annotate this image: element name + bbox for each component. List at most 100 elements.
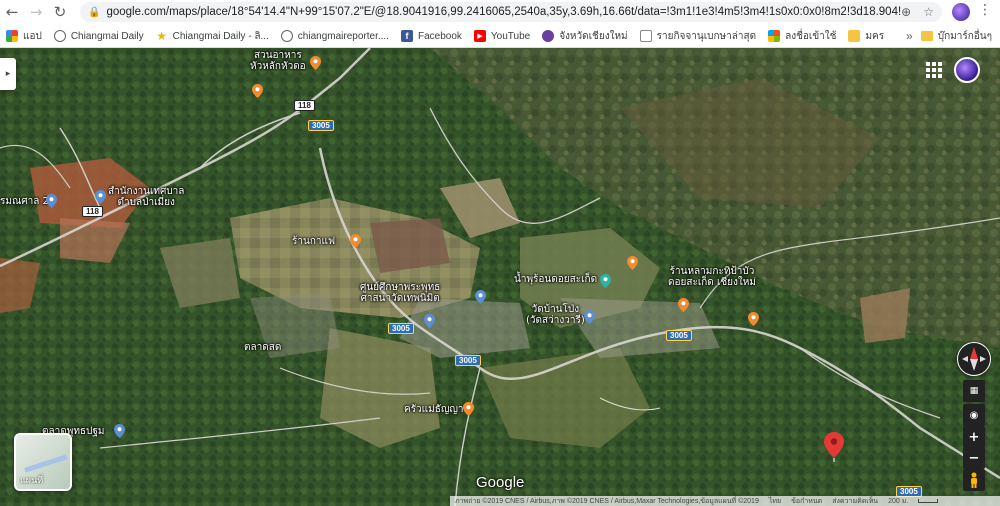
profile-avatar[interactable]: [952, 3, 970, 21]
address-bar[interactable]: 🔒 google.com/maps/place/18°54'14.4"N+99°…: [80, 2, 942, 22]
bookmark-gazette[interactable]: รายกิจจานุเบกษาล่าสุด: [639, 29, 757, 44]
windows-icon: [768, 30, 781, 42]
road-shield: 3005: [666, 330, 692, 341]
seal-icon: [542, 30, 555, 42]
place-label[interactable]: ครัวแม่ธัญญา: [404, 404, 463, 415]
place-label[interactable]: ตลาดสด: [244, 342, 281, 353]
road-shield: 118: [294, 100, 315, 111]
bookmark-facebook[interactable]: f Facebook: [400, 30, 462, 42]
compass-icon[interactable]: [957, 342, 991, 376]
other-bookmarks[interactable]: บุ๊กมาร์กอื่นๆ: [920, 25, 992, 47]
government-pin-icon[interactable]: [46, 194, 57, 208]
restaurant-pin-icon[interactable]: [748, 312, 759, 326]
globe-icon: [53, 30, 66, 42]
bookmark-label: รายกิจจานุเบกษาล่าสุด: [656, 30, 757, 42]
google-apps-icon[interactable]: [926, 62, 942, 78]
attribution-bar: ภาพถ่าย ©2019 CNES / Airbus,ภาพ ©2019 CN…: [450, 496, 1000, 506]
temple-pin-icon[interactable]: [424, 314, 435, 328]
temple-pin-icon[interactable]: [475, 290, 486, 304]
collapse-side-panel-button[interactable]: ▸: [0, 58, 16, 90]
reload-icon[interactable]: ↻: [48, 0, 72, 24]
market-pin-icon[interactable]: [114, 424, 125, 438]
map-layer-toggle[interactable]: แผนที่: [14, 433, 72, 491]
restaurant-pin-icon[interactable]: [463, 402, 474, 416]
url-text[interactable]: google.com/maps/place/18°54'14.4"N+99°15…: [106, 6, 901, 18]
bookmarks-bar: แอป Chiangmai Daily ★ Chiangmai Daily - …: [0, 25, 1000, 47]
government-pin-icon[interactable]: [95, 190, 106, 204]
road-shield: 3005: [308, 120, 334, 131]
globe-icon: [280, 30, 293, 42]
folder-icon: [920, 31, 933, 41]
star-icon[interactable]: ☆: [923, 5, 934, 19]
account-avatar[interactable]: [954, 57, 980, 83]
place-label[interactable]: ร้านหลามกะทิป้าบัว ดอยสะเก็ด เชียงใหม่: [668, 266, 756, 288]
my-location-button[interactable]: ◉: [963, 404, 985, 426]
bookmark-youtube[interactable]: ▶ YouTube: [473, 30, 531, 42]
layer-toggle-label: แผนที่: [20, 476, 44, 486]
facebook-icon: f: [400, 30, 413, 42]
place-label[interactable]: วัดบ้านโป่ง (วัดสว่างวารี): [526, 304, 585, 326]
bookmark-label: ลงชื่อเข้าใช้: [785, 30, 837, 42]
lock-icon: 🔒: [88, 6, 101, 18]
place-label[interactable]: รมณศาล 2: [0, 196, 49, 207]
menu-dots-icon[interactable]: ⋮: [978, 2, 992, 18]
folder-icon: [848, 30, 861, 42]
scale-bar: [918, 499, 939, 503]
satellite-map[interactable]: สวนอาหาร หัวหลักหัวดอ สำนักงานเทศบาล ตำบ…: [0, 48, 1000, 506]
restaurant-pin-icon[interactable]: [310, 56, 321, 70]
google-logo: Google: [476, 474, 525, 491]
place-label[interactable]: ศูนย์ศึกษาพระพุทธ ศาสนาวัดเทพนิมิต: [360, 282, 440, 304]
bookmark-label: จังหวัดเชียงใหม่: [559, 30, 628, 42]
browser-chrome: ← → ↻ 🔒 google.com/maps/place/18°54'14.4…: [0, 0, 1000, 48]
add-icon[interactable]: ⊕: [901, 5, 911, 19]
youtube-icon: ▶: [473, 30, 486, 42]
back-icon[interactable]: ←: [0, 0, 24, 24]
bookmark-mkr[interactable]: มคร: [848, 29, 884, 44]
place-label[interactable]: สำนักงานเทศบาล ตำบลป่าเมี่ยง: [108, 186, 184, 208]
bookmark-apps[interactable]: แอป: [6, 29, 42, 44]
temple-pin-icon[interactable]: [584, 310, 595, 324]
bookmark-chiangmaireporter[interactable]: chiangmaireporter....: [280, 30, 389, 42]
country-link[interactable]: ไทย: [769, 496, 781, 506]
place-label[interactable]: ร้านกาแฟ: [292, 236, 335, 247]
terms-link[interactable]: ข้อกำหนด: [791, 496, 822, 506]
zoom-in-button[interactable]: +: [963, 426, 985, 448]
layer-preview-road: [24, 454, 68, 473]
imagery-credit: ภาพถ่าย ©2019 CNES / Airbus,ภาพ ©2019 CN…: [455, 497, 759, 505]
bookmark-label: chiangmaireporter....: [297, 30, 389, 42]
tilt-view-button[interactable]: ▦: [963, 380, 985, 402]
restaurant-pin-icon[interactable]: [252, 84, 263, 98]
bookmark-chiangmai-daily[interactable]: Chiangmai Daily: [53, 30, 144, 42]
apps-icon: [6, 30, 18, 42]
road-shield: 118: [82, 206, 103, 217]
satellite-imagery: [0, 48, 1000, 506]
bookmark-label: แอป: [23, 30, 42, 42]
bookmark-chiangmai-province[interactable]: จังหวัดเชียงใหม่: [542, 29, 628, 44]
place-label[interactable]: สวนอาหาร หัวหลักหัวดอ: [250, 50, 306, 72]
bookmark-label: Chiangmai Daily: [70, 30, 144, 42]
feedback-link[interactable]: ส่งความคิดเห็น: [832, 496, 878, 506]
restaurant-pin-icon[interactable]: [627, 256, 638, 270]
other-bookmarks-label: บุ๊กมาร์กอื่นๆ: [937, 30, 992, 42]
road-shield: 3005: [388, 323, 414, 334]
bookmark-label: มคร: [865, 30, 885, 42]
bookmark-label: YouTube: [490, 30, 531, 42]
dropped-pin-icon[interactable]: [824, 432, 844, 462]
place-label[interactable]: น้ำพุร้อนดอยสะเก็ด: [514, 274, 597, 285]
zoom-out-button[interactable]: −: [963, 447, 985, 469]
bookmarks-overflow-icon[interactable]: »: [906, 25, 913, 47]
forward-icon[interactable]: →: [24, 0, 48, 24]
scale-label[interactable]: 200 ม.: [888, 496, 908, 506]
bookmark-label: Chiangmai Daily - ลิ...: [172, 30, 269, 42]
document-icon: [639, 30, 652, 42]
address-row: ← → ↻ 🔒 google.com/maps/place/18°54'14.4…: [0, 0, 1000, 24]
bookmark-label: Facebook: [417, 30, 462, 42]
pegman-icon[interactable]: [963, 469, 985, 491]
star-icon: ★: [156, 29, 167, 43]
cafe-pin-icon[interactable]: [350, 234, 361, 248]
road-shield: 3005: [455, 355, 481, 366]
hot-spring-pin-icon[interactable]: [600, 274, 611, 288]
bookmark-chiangmai-daily-li[interactable]: ★ Chiangmai Daily - ลิ...: [156, 29, 269, 44]
bookmark-signin[interactable]: ลงชื่อเข้าใช้: [768, 29, 836, 44]
restaurant-pin-icon[interactable]: [678, 298, 689, 312]
